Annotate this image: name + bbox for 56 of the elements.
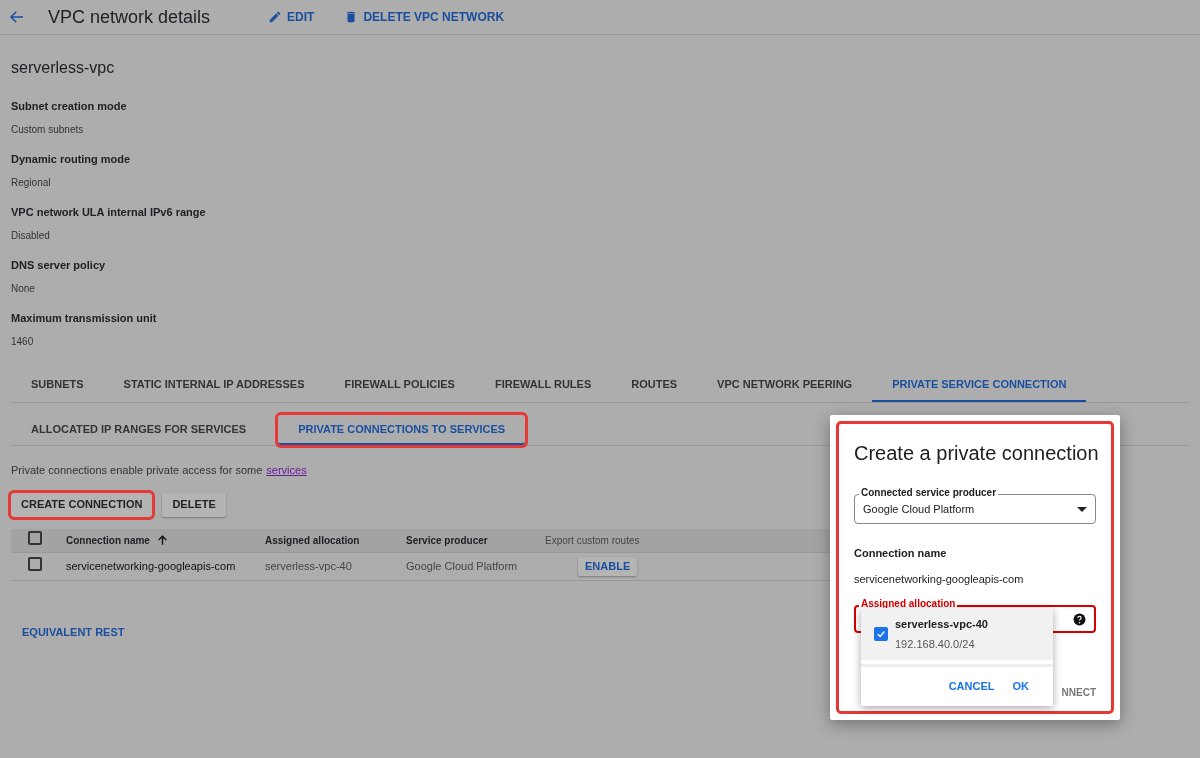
tab[interactable]: ROUTES	[611, 368, 698, 402]
property-label: Subnet creation mode	[11, 99, 128, 114]
delete-button[interactable]: DELETE	[162, 492, 226, 517]
field-label: Connected service producer	[859, 487, 999, 499]
page-title: VPC network details	[48, 5, 211, 29]
column-header: Export custom routes	[545, 533, 640, 548]
checkbox[interactable]	[28, 531, 42, 545]
connection-name-value: servicenetworking-googleapis-com	[854, 571, 1025, 587]
property-value: Disabled	[11, 228, 51, 243]
table-cell-text: serverless-vpc-40	[265, 558, 353, 574]
table-cell-text: servicenetworking-googleapis-com	[66, 558, 237, 574]
checkmark-icon	[876, 629, 886, 639]
property-value: None	[11, 281, 36, 296]
tab[interactable]: FIREWALL POLICIES	[324, 368, 475, 402]
property-value: 1460	[11, 334, 35, 349]
column-header: Connection name	[66, 533, 150, 548]
property-label: Dynamic routing mode	[11, 152, 132, 167]
tab[interactable]: PRIVATE SERVICE CONNECTION	[872, 368, 1087, 402]
property-label: Maximum transmission unit	[11, 311, 158, 326]
equivalent-rest-link[interactable]: EQUIVALENT REST	[22, 623, 125, 640]
option-name: serverless-vpc-40	[895, 617, 988, 632]
enable-button[interactable]: ENABLE	[578, 556, 638, 576]
table-cell-text: Google Cloud Platform	[406, 558, 519, 574]
property-label: DNS server policy	[11, 258, 107, 273]
tab[interactable]: VPC NETWORK PEERING	[697, 368, 873, 402]
menu-option[interactable]: serverless-vpc-40 192.168.40.0/24	[861, 608, 1053, 660]
property-value: Regional	[11, 175, 52, 190]
dialog-title: Create a private connection	[854, 441, 1096, 466]
cancel-button[interactable]: CANCEL	[946, 678, 997, 695]
checkbox[interactable]	[874, 627, 888, 641]
dropdown-caret-icon	[1077, 506, 1087, 512]
ok-button[interactable]: OK	[1010, 678, 1031, 695]
connect-button[interactable]: NNECT	[1061, 685, 1096, 700]
services-link[interactable]: services	[266, 462, 307, 479]
column-header: Service producer	[406, 533, 488, 548]
connection-name-label: Connection name	[854, 546, 948, 561]
column-header: Assigned allocation	[265, 533, 360, 548]
edit-button[interactable]: EDIT	[268, 8, 315, 26]
help-icon[interactable]	[1073, 612, 1086, 626]
pencil-icon	[268, 10, 283, 24]
network-name: serverless-vpc	[11, 58, 116, 78]
create-connection-button[interactable]: CREATE CONNECTION	[11, 492, 153, 517]
option-range: 192.168.40.0/24	[895, 636, 976, 652]
field-value: Google Cloud Platform	[863, 501, 975, 517]
tab[interactable]: STATIC INTERNAL IP ADDRESSES	[103, 368, 325, 402]
delete-button[interactable]: DELETE VPC NETWORK	[344, 8, 505, 26]
sub-tab[interactable]: PRIVATE CONNECTIONS TO SERVICES	[278, 415, 526, 445]
sort-up-arrow-icon[interactable]	[155, 533, 169, 547]
property-label: VPC network ULA internal IPv6 range	[11, 205, 207, 220]
tab[interactable]: SUBNETS	[11, 368, 104, 402]
checkbox[interactable]	[28, 556, 42, 571]
back-arrow-icon[interactable]	[8, 8, 26, 26]
tab[interactable]: FIREWALL RULES	[474, 368, 612, 402]
sub-tab[interactable]: ALLOCATED IP RANGES FOR SERVICES	[11, 415, 267, 445]
property-value: Custom subnets	[11, 122, 85, 137]
description-text: Private connections enable private access for some	[11, 463, 263, 478]
